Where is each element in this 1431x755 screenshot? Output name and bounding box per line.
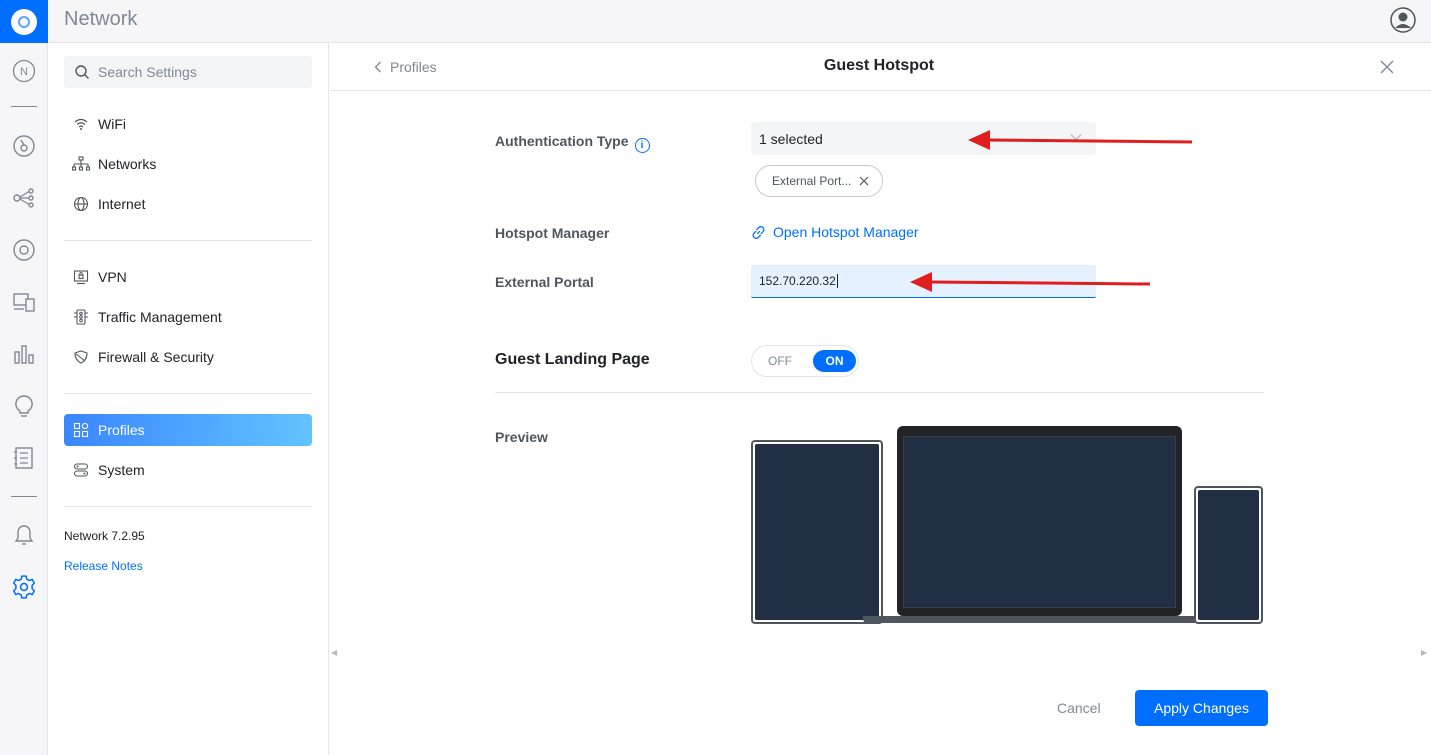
section-divider [495, 392, 1264, 393]
apply-changes-button[interactable]: Apply Changes [1135, 690, 1268, 726]
nav-item-label: WiFi [98, 116, 126, 132]
external-portal-label: External Portal [495, 274, 594, 290]
shield-icon [72, 348, 90, 366]
user-avatar-icon[interactable] [1389, 6, 1417, 34]
nav-item-label: Traffic Management [98, 309, 222, 325]
link-label: Open Hotspot Manager [773, 224, 919, 240]
chip-label: External Port... [772, 174, 852, 188]
close-icon[interactable] [1379, 59, 1395, 75]
profile-editor-panel: Profiles Guest Hotspot Authentication Ty… [330, 43, 1431, 755]
nav-item-label: Internet [98, 196, 146, 212]
nav-item-system[interactable]: System [64, 454, 312, 486]
settings-gear-icon[interactable] [10, 573, 38, 601]
insights-bulb-icon[interactable] [10, 392, 38, 420]
page-title-text: Guest Hotspot [823, 57, 935, 74]
preview-phone [1194, 486, 1263, 624]
external-portal-value: 152.70.220.32 [759, 274, 836, 288]
tablet-screen [755, 444, 879, 620]
vpn-icon [72, 268, 90, 286]
nav-item-networks[interactable]: Networks [64, 148, 312, 180]
nav-divider [64, 393, 312, 394]
nav-item-firewall-security[interactable]: Firewall & Security [64, 341, 312, 373]
nav-divider [64, 240, 312, 241]
toggle-on-label: ON [813, 350, 856, 372]
page-title: Guest Hotspot [330, 57, 1431, 75]
nav-item-wifi[interactable]: WiFi [64, 108, 312, 140]
clients-icon[interactable] [10, 288, 38, 316]
nav-item-internet[interactable]: Internet [64, 188, 312, 220]
nav-item-label: System [98, 462, 145, 478]
laptop-base [863, 616, 1214, 623]
nav-item-traffic-management[interactable]: Traffic Management [64, 301, 312, 333]
annotation-arrow-portal [910, 272, 1151, 292]
text-caret [836, 274, 838, 288]
release-notes-link[interactable]: Release Notes [64, 559, 143, 573]
info-icon[interactable]: i [634, 138, 650, 153]
guest-landing-page-toggle[interactable]: OFF ON [751, 345, 859, 377]
statistics-icon[interactable] [10, 340, 38, 368]
system-icon [72, 461, 90, 479]
link-icon [752, 225, 765, 239]
app-title: Network [64, 8, 138, 30]
devices-icon[interactable] [10, 236, 38, 264]
preview-tablet [751, 440, 883, 624]
hotspot-manager-label: Hotspot Manager [495, 225, 610, 241]
chip-remove-icon[interactable] [859, 176, 869, 186]
profiles-icon [72, 421, 90, 439]
networks-icon [72, 155, 90, 173]
laptop-screen [903, 436, 1176, 608]
search-input[interactable] [98, 64, 298, 80]
annotation-arrow-auth [968, 130, 1193, 150]
globe-icon [72, 195, 90, 213]
open-hotspot-manager-link[interactable]: Open Hotspot Manager [751, 224, 919, 240]
rail-divider [11, 496, 37, 497]
preview-laptop [897, 426, 1182, 616]
auth-type-value: 1 selected [759, 130, 823, 147]
nav-item-profiles[interactable]: Profiles [64, 414, 312, 446]
notifications-bell-icon[interactable] [10, 521, 38, 549]
dashboard-icon[interactable] [10, 132, 38, 160]
rail-divider [11, 106, 37, 107]
auth-type-label: Authentication Type i [495, 133, 650, 153]
logs-icon[interactable] [10, 444, 38, 472]
topology-icon[interactable] [10, 184, 38, 212]
phone-screen [1198, 490, 1259, 620]
nav-item-label: Profiles [98, 422, 145, 438]
scroll-right-icon[interactable]: ▶ [1421, 648, 1427, 657]
top-bar: Network [0, 0, 1431, 43]
nav-item-label: VPN [98, 269, 127, 285]
guest-landing-page-label: Guest Landing Page [495, 351, 650, 368]
version-text: Network 7.2.95 [64, 529, 145, 543]
panel-header: Profiles Guest Hotspot [330, 43, 1431, 91]
icon-rail: N [0, 43, 48, 755]
search-settings[interactable] [64, 56, 312, 88]
search-icon [75, 65, 89, 79]
network-n-icon[interactable]: N [10, 57, 38, 85]
nav-item-label: Firewall & Security [98, 349, 214, 365]
wifi-icon [72, 115, 90, 133]
svg-text:N: N [20, 66, 28, 78]
nav-divider [64, 506, 312, 507]
auth-type-chip: External Port... [755, 165, 884, 197]
logo-icon [11, 8, 37, 35]
cancel-button[interactable]: Cancel [1057, 700, 1101, 716]
toggle-off-label: OFF [768, 354, 792, 368]
scroll-left-icon[interactable]: ◀ [331, 648, 337, 657]
nav-item-vpn[interactable]: VPN [64, 261, 312, 293]
settings-nav: WiFi Networks Internet VPN Traffic Manag… [48, 43, 329, 755]
nav-item-label: Networks [98, 156, 157, 172]
app-logo[interactable] [0, 0, 48, 43]
preview-label: Preview [495, 429, 548, 445]
traffic-icon [72, 308, 90, 326]
auth-type-label-text: Authentication Type [495, 133, 629, 149]
